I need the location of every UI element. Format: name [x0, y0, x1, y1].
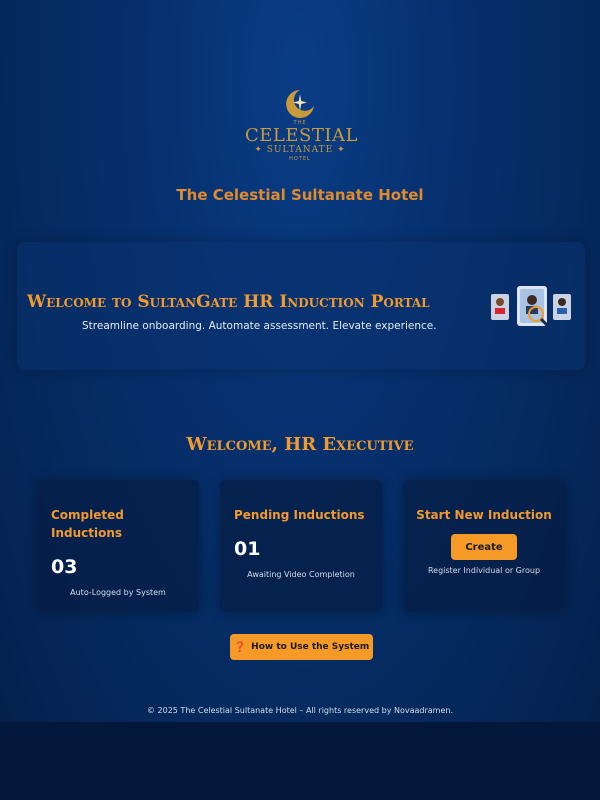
banner-subtitle: Streamline onboarding. Automate assessme… [82, 320, 437, 332]
pending-inductions-card: Pending Inductions 01 Awaiting Video Com… [220, 480, 382, 612]
logo-text-sultanate: ✦ SULTANATE ✦ [254, 145, 346, 155]
banner-title: Welcome to SultanGate HR Induction Porta… [27, 292, 430, 312]
greeting-heading: Welcome, HR Executive [186, 434, 414, 455]
completed-note: Auto-Logged by System [70, 588, 166, 597]
logo-text-hotel: HOTEL [289, 156, 311, 162]
how-to-use-button[interactable]: ❓ How to Use the System [230, 634, 373, 660]
card-title-start: Start New Induction [416, 508, 552, 522]
create-button[interactable]: Create [451, 534, 517, 560]
logo-text-sultanate-word: SULTANATE [266, 145, 334, 155]
footer-band [0, 722, 600, 800]
hotel-name: The Celestial Sultanate Hotel [176, 186, 424, 204]
candidate-review-icon [491, 286, 571, 327]
completed-inductions-card: Completed Inductions 03 Auto-Logged by S… [37, 480, 199, 612]
completed-count: 03 [51, 556, 78, 578]
how-to-use-label: How to Use the System [251, 642, 370, 652]
pending-count: 01 [234, 538, 261, 560]
start-new-induction-card: Start New Induction Create Register Indi… [403, 480, 565, 612]
card-title-pending: Pending Inductions [234, 508, 365, 522]
footer-copyright: © 2025 The Celestial Sultanate Hotel – A… [146, 706, 453, 715]
question-mark-icon: ❓ [233, 641, 247, 653]
pending-note: Awaiting Video Completion [247, 570, 355, 579]
hotel-logo: THE CELESTIAL ✦ SULTANATE ✦ HOTEL [245, 88, 358, 174]
crescent-moon-star-icon [286, 90, 314, 118]
card-title-completed: Completed Inductions [51, 508, 124, 540]
logo-text-celestial: CELESTIAL [245, 125, 358, 146]
welcome-banner: Welcome to SultanGate HR Induction Porta… [17, 242, 585, 370]
start-note: Register Individual or Group [427, 566, 541, 575]
